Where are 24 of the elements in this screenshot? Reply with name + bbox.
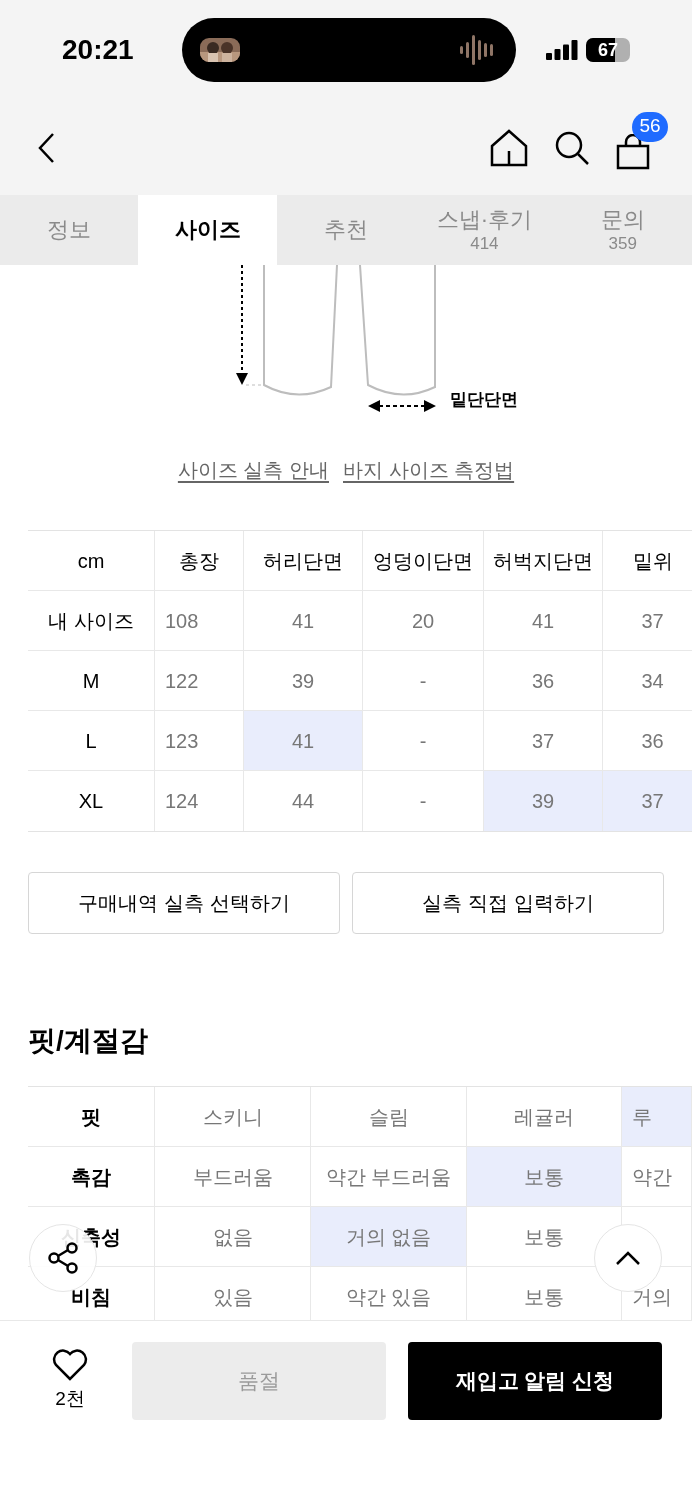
status-time: 20:21 [62, 33, 135, 67]
heart-icon [52, 1348, 88, 1381]
like-button[interactable]: 2천 [30, 1342, 110, 1420]
restock-alert-button[interactable]: 재입고 알림 신청 [408, 1342, 662, 1420]
table-cell: 39 [484, 771, 603, 831]
bag-icon[interactable] [616, 133, 650, 170]
guide-link[interactable]: 바지 사이즈 측정법 [343, 455, 515, 485]
table-cell: 보통 [467, 1147, 622, 1206]
back-icon[interactable] [36, 131, 56, 164]
home-icon[interactable] [490, 128, 528, 167]
guide-link[interactable]: 사이즈 실측 안내 [177, 455, 329, 485]
table-cell: 41 [244, 711, 363, 770]
search-icon[interactable] [554, 129, 590, 166]
diagram-label: 밑단단면 [450, 389, 518, 411]
tab[interactable]: 사이즈 [138, 195, 277, 265]
chevron-up-icon [615, 1250, 641, 1266]
measure-button[interactable]: 구매내역 실측 선택하기 [28, 872, 340, 934]
section-title: 핏/계절감 [27, 1024, 149, 1058]
cart-count-badge: 56 [632, 111, 668, 142]
table-cell: 루 [622, 1087, 692, 1146]
table-cell: 거의 없음 [311, 1207, 467, 1266]
measure-button[interactable]: 실측 직접 입력하기 [352, 872, 664, 934]
signal-icon [546, 40, 578, 60]
table-cell: 37 [603, 771, 692, 831]
